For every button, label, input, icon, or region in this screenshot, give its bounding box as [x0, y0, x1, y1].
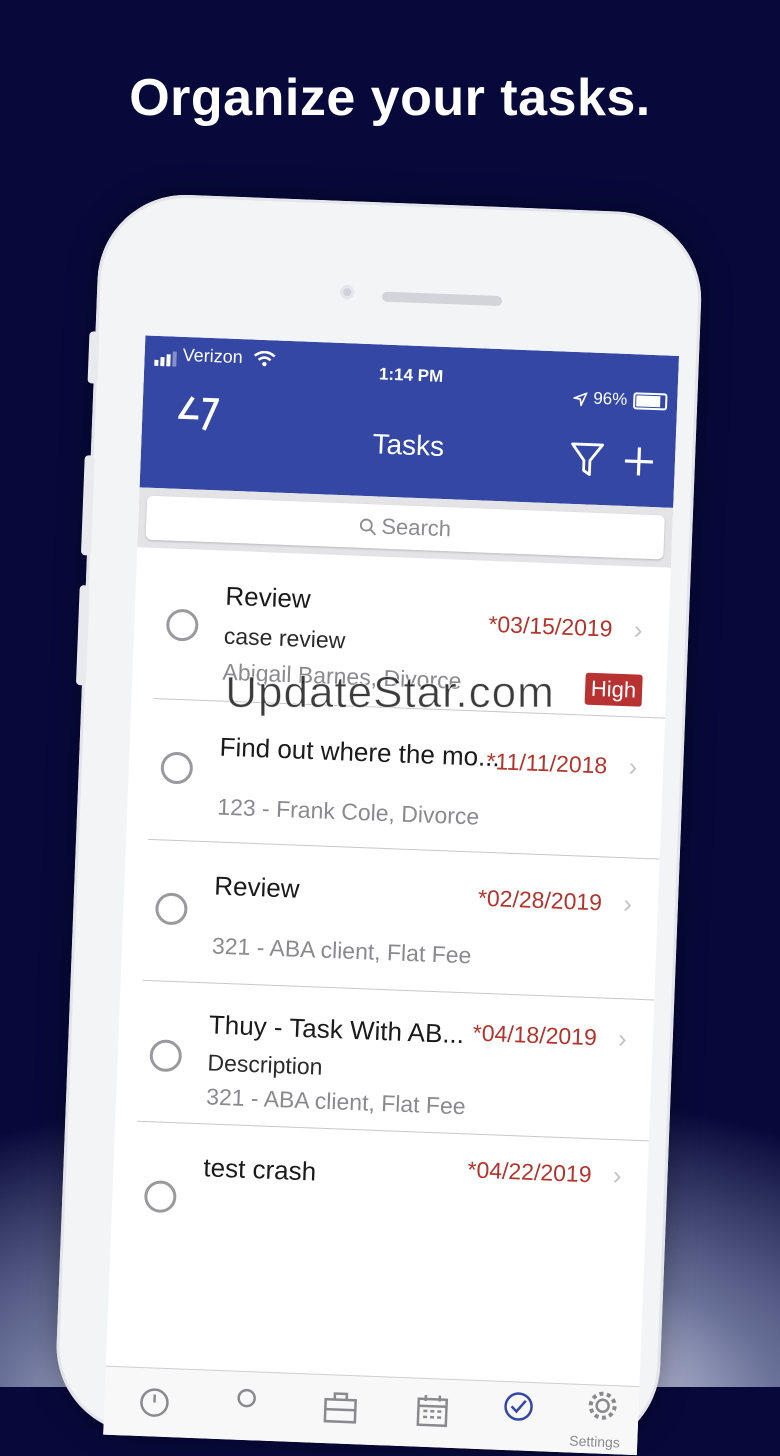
task-title: Review: [224, 580, 312, 614]
chevron-right-icon: ›: [633, 614, 644, 645]
battery-percent: 96%: [592, 388, 628, 409]
task-matter: 321 - ABA client, Flat Fee: [205, 1083, 467, 1120]
filter-icon[interactable]: [568, 440, 605, 479]
task-title: Review: [213, 870, 301, 904]
phone-frame: Verizon 1:14 PM 96% Tasks Search Review …: [53, 191, 705, 1456]
task-row[interactable]: Thuy - Task With AB... Description 321 -…: [137, 980, 655, 1142]
complete-checkbox[interactable]: [165, 608, 199, 642]
task-title: test crash: [202, 1152, 317, 1187]
task-due-date: *02/28/2019: [477, 884, 603, 916]
battery-icon: [632, 392, 668, 411]
task-due-date: *04/22/2019: [467, 1156, 593, 1188]
clock-icon[interactable]: [134, 1378, 176, 1420]
search-icon: [360, 518, 377, 536]
task-due-date: *11/11/2018: [486, 747, 608, 779]
complete-checkbox[interactable]: [154, 892, 189, 926]
complete-checkbox[interactable]: [143, 1180, 177, 1214]
task-title: Thuy - Task With AB...: [208, 1009, 465, 1050]
chevron-right-icon: ›: [622, 888, 633, 919]
volume-up-button: [80, 455, 95, 556]
search-placeholder: Search: [380, 513, 452, 542]
status-bar: Verizon 1:14 PM 96%: [144, 343, 679, 411]
task-due-date: *04/18/2019: [472, 1019, 598, 1051]
calendar-icon[interactable]: [412, 1389, 454, 1431]
watermark: UpdateStar.com: [225, 668, 555, 718]
complete-checkbox[interactable]: [160, 751, 194, 785]
task-due-date: *03/15/2019: [488, 610, 614, 642]
battery: 96%: [571, 388, 668, 412]
tasks-check-icon[interactable]: [498, 1386, 540, 1428]
task-title: Find out where the mo...: [219, 731, 501, 773]
task-row[interactable]: test crash *04/22/2019 ›: [132, 1122, 649, 1282]
task-description: case review: [223, 622, 346, 654]
gear-icon[interactable]: [582, 1385, 624, 1427]
earpiece-speaker: [381, 291, 503, 307]
task-matter: 123 - Frank Cole, Divorce: [216, 793, 480, 830]
chevron-right-icon: ›: [612, 1160, 623, 1191]
navigation-bar: Verizon 1:14 PM 96% Tasks: [139, 335, 680, 508]
complete-checkbox[interactable]: [149, 1039, 183, 1073]
task-matter: 321 - ABA client, Flat Fee: [211, 932, 472, 969]
front-camera: [339, 284, 355, 300]
location-icon: [571, 391, 589, 408]
add-task-icon[interactable]: [620, 442, 657, 481]
chevron-right-icon: ›: [627, 751, 638, 782]
task-description: Description: [207, 1049, 324, 1080]
briefcase-icon[interactable]: [320, 1385, 362, 1427]
task-row[interactable]: Find out where the mo... 123 - Frank Col…: [148, 699, 666, 860]
tab-settings-label[interactable]: Settings: [569, 1433, 620, 1451]
task-row[interactable]: Review 321 - ABA client, Flat Fee *02/28…: [142, 839, 660, 1001]
app-screen: Verizon 1:14 PM 96% Tasks Search Review …: [103, 335, 680, 1456]
chevron-right-icon: ›: [617, 1023, 628, 1054]
task-list: Review case review Abigail Barnes, Divor…: [110, 547, 671, 1281]
headline: Organize your tasks.: [129, 69, 651, 127]
contacts-icon[interactable]: [226, 1381, 268, 1423]
mute-switch: [87, 331, 100, 384]
tab-bar: Settings: [103, 1365, 640, 1456]
